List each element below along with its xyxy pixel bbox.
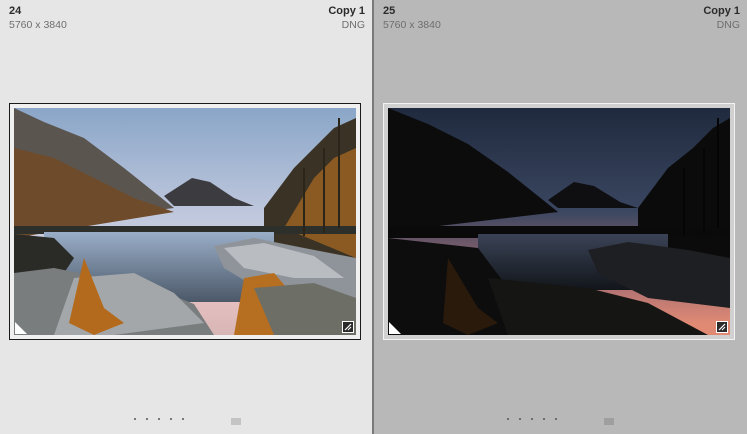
rating-dot[interactable] <box>507 418 509 420</box>
rating-dots[interactable] <box>507 418 557 420</box>
landscape-photo-bright <box>14 108 356 335</box>
photo-thumbnail[interactable] <box>14 108 356 335</box>
develop-adjusted-icon <box>716 321 728 333</box>
rating-dot[interactable] <box>543 418 545 420</box>
image-index-number: 24 <box>9 5 22 17</box>
flag-corner-icon[interactable] <box>389 322 401 334</box>
rating-dot[interactable] <box>519 418 521 420</box>
rating-dot[interactable] <box>170 418 172 420</box>
rating-dots[interactable] <box>134 418 184 420</box>
file-type-label: DNG <box>341 19 365 31</box>
rating-dot[interactable] <box>134 418 136 420</box>
image-dimensions: 5760 x 3840 <box>383 19 441 31</box>
color-label-chip[interactable] <box>604 418 614 425</box>
flag-corner-icon[interactable] <box>15 322 27 334</box>
virtual-copy-label: Copy 1 <box>328 5 365 17</box>
thumbnail-frame[interactable] <box>383 103 735 340</box>
rating-dot[interactable] <box>555 418 557 420</box>
rating-dot[interactable] <box>158 418 160 420</box>
thumbnail-frame[interactable] <box>9 103 361 340</box>
image-index-number: 25 <box>383 5 396 17</box>
photo-thumbnail[interactable] <box>388 108 730 335</box>
image-dimensions: 5760 x 3840 <box>9 19 67 31</box>
grid-cell-thumbnail[interactable]: 25 5760 x 3840 Copy 1 DNG <box>374 0 747 434</box>
grid-cell-thumbnail[interactable]: 24 5760 x 3840 Copy 1 DNG <box>0 0 372 434</box>
color-label-chip[interactable] <box>231 418 241 425</box>
rating-dot[interactable] <box>531 418 533 420</box>
virtual-copy-label: Copy 1 <box>703 5 740 17</box>
rating-dot[interactable] <box>182 418 184 420</box>
develop-adjusted-icon <box>342 321 354 333</box>
rating-dot[interactable] <box>146 418 148 420</box>
landscape-photo-dark <box>388 108 730 335</box>
file-type-label: DNG <box>716 19 740 31</box>
